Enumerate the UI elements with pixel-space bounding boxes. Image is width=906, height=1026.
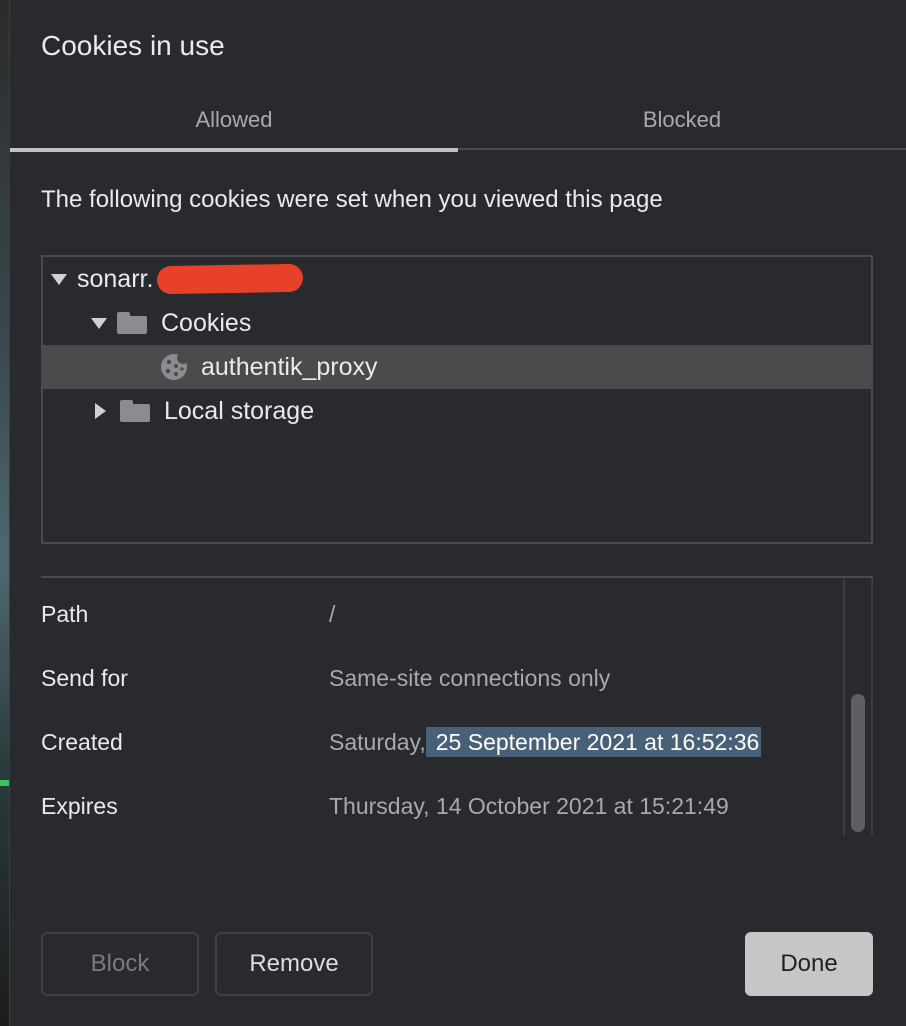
dialog-title: Cookies in use (41, 30, 225, 61)
scrollbar-thumb[interactable] (851, 694, 865, 832)
expires-value: Thursday, 14 October 2021 at 15:21:49 (329, 792, 729, 819)
folder-icon (120, 400, 150, 422)
triangle-right-icon[interactable] (95, 403, 106, 419)
tree-row-local-storage[interactable]: Local storage (43, 389, 871, 433)
detail-row-expires: Expires Thursday, 14 October 2021 at 15:… (41, 786, 841, 826)
created-label: Created (41, 728, 123, 755)
redaction-mark (157, 263, 304, 295)
path-label: Path (41, 600, 89, 627)
cookie-item-label: authentik_proxy (201, 352, 378, 381)
local-storage-label: Local storage (164, 396, 315, 425)
expires-label: Expires (41, 792, 118, 819)
tab-bar: Allowed Blocked (10, 90, 906, 152)
send-for-label: Send for (41, 664, 128, 691)
tree-row-cookie-item[interactable]: authentik_proxy (43, 345, 871, 389)
triangle-down-icon[interactable] (91, 317, 107, 329)
description-text: The following cookies were set when you … (41, 186, 663, 213)
cookie-details: Path / Send for Same-site connections on… (41, 576, 873, 836)
site-label: sonarr. (77, 264, 154, 293)
block-button[interactable]: Block (41, 932, 199, 996)
background-indicator (0, 780, 9, 786)
created-value-selection: 25 September 2021 at 16:52:36 (425, 726, 762, 757)
tab-allowed[interactable]: Allowed (10, 90, 458, 152)
created-value: Saturday, 25 September 2021 at 16:52:36 (329, 726, 762, 757)
tab-blocked[interactable]: Blocked (458, 90, 906, 150)
cookie-tree[interactable]: sonarr. Cookies authentik_proxy Local st… (41, 255, 873, 544)
tree-row-cookies[interactable]: Cookies (43, 301, 871, 345)
background-window-edge (0, 0, 9, 1026)
created-value-prefix: Saturday, (329, 728, 426, 755)
send-for-value: Same-site connections only (329, 664, 611, 691)
triangle-down-icon[interactable] (51, 273, 67, 285)
detail-row-created: Created Saturday, 25 September 2021 at 16… (41, 722, 841, 762)
path-value: / (329, 600, 336, 627)
tree-row-site[interactable]: sonarr. (43, 257, 871, 301)
cookies-folder-label: Cookies (161, 308, 252, 337)
folder-icon (117, 312, 147, 334)
done-button[interactable]: Done (745, 932, 873, 996)
detail-row-send-for: Send for Same-site connections only (41, 658, 841, 698)
detail-row-path: Path / (41, 594, 841, 634)
cookie-icon (159, 352, 189, 382)
remove-button[interactable]: Remove (215, 932, 373, 996)
details-scrollbar[interactable] (843, 578, 873, 836)
cookies-dialog: Cookies in use Allowed Blocked The follo… (9, 0, 906, 1026)
